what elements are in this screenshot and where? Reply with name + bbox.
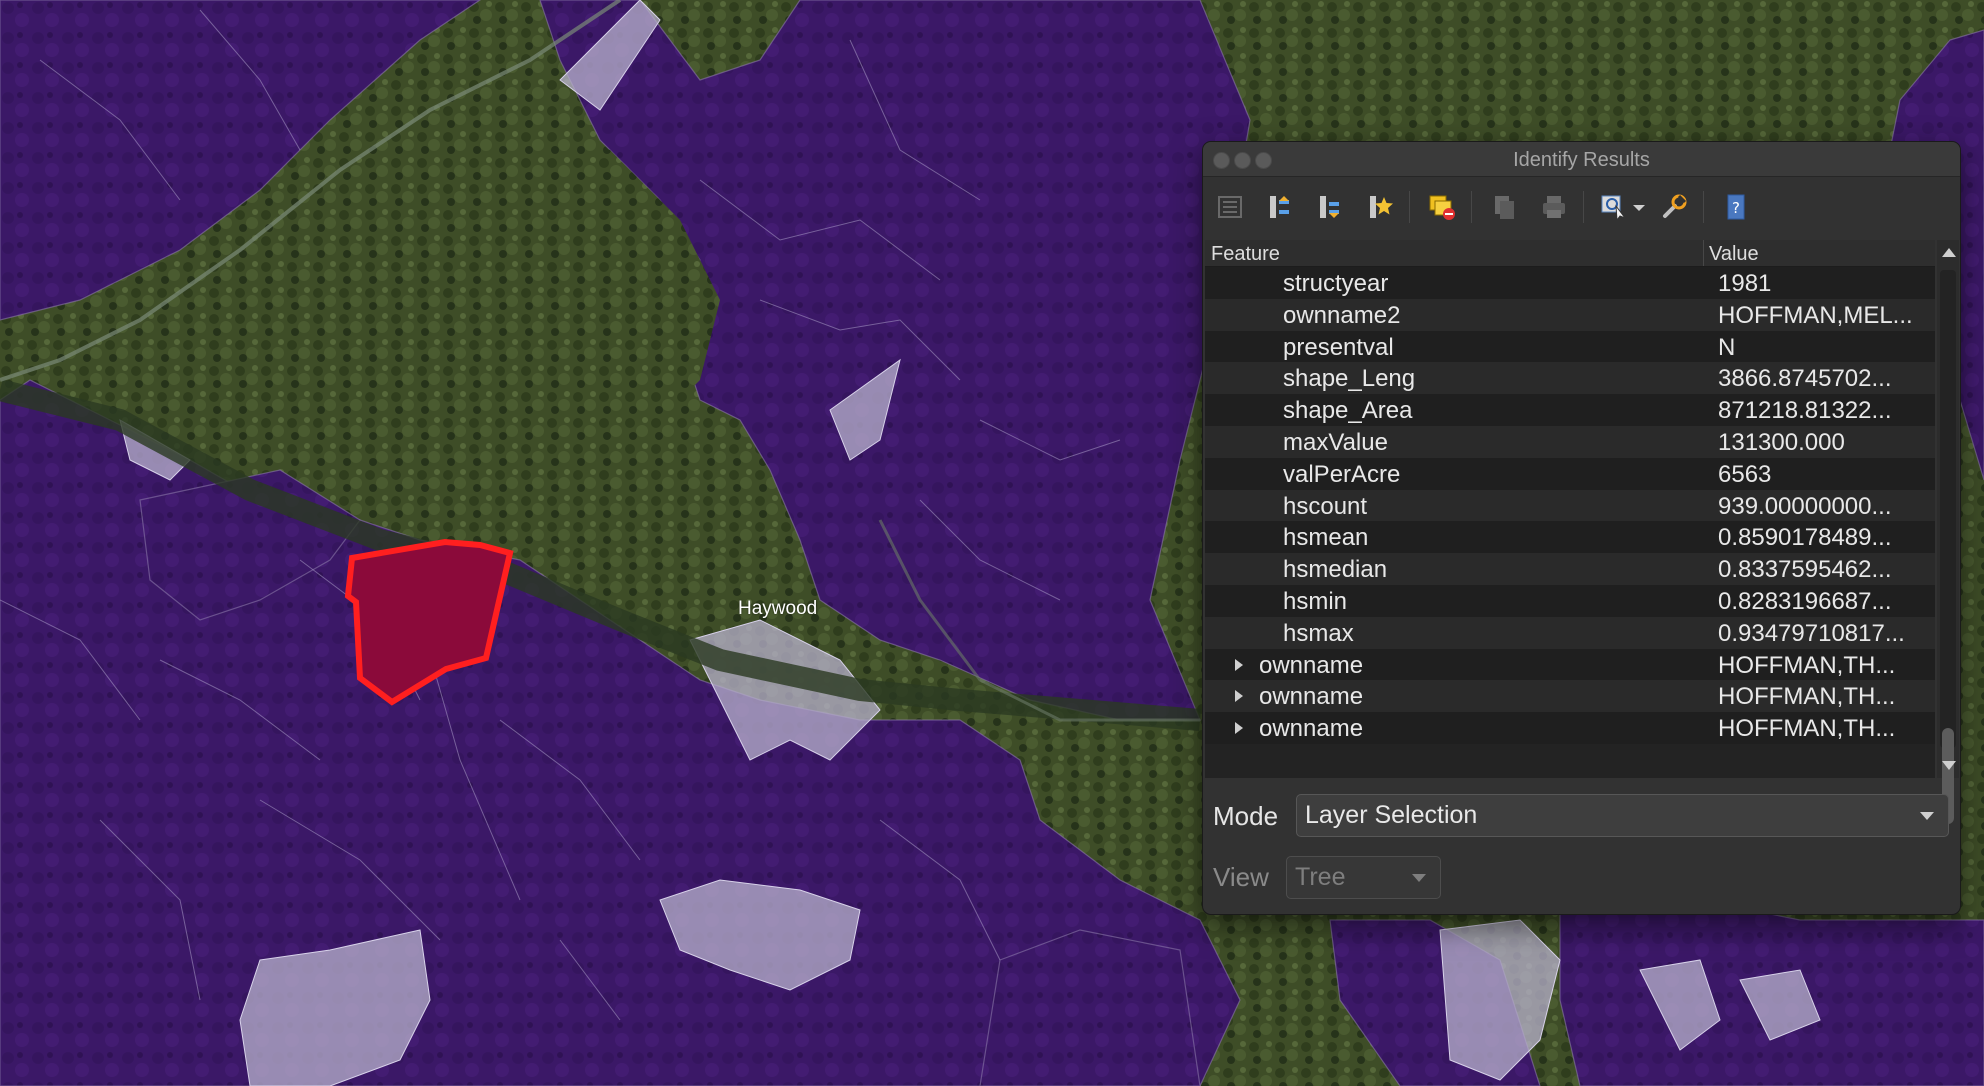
mode-selected-value: Layer Selection <box>1305 801 1478 829</box>
scroll-down-icon[interactable] <box>1942 761 1956 770</box>
table-row[interactable]: structyear 1981 <box>1205 267 1935 299</box>
identify-dropdown-icon[interactable] <box>1629 189 1649 225</box>
expand-new-results-icon[interactable] <box>1361 189 1399 225</box>
feature-name: ownname <box>1259 651 1364 679</box>
feature-name: hsmax <box>1283 619 1354 647</box>
scroll-up-icon[interactable] <box>1942 248 1956 257</box>
window-title: Identify Results <box>1513 149 1650 171</box>
expand-tree-icon[interactable] <box>1211 189 1249 225</box>
table-row[interactable]: hscount 939.00000000... <box>1205 489 1935 522</box>
scroll-track[interactable] <box>1940 270 1956 748</box>
table-row[interactable]: presentval N <box>1205 330 1935 363</box>
window-titlebar[interactable]: Identify Results <box>1203 142 1960 177</box>
feature-name: valPerAcre <box>1283 460 1401 488</box>
feature-value: 0.8283196687... <box>1718 587 1892 615</box>
identify-results-window[interactable]: Identify Results ? Feature Value structy… <box>1202 141 1961 915</box>
feature-name: hsmin <box>1283 587 1348 615</box>
value-column-header[interactable]: Value <box>1709 243 1759 266</box>
table-row[interactable]: hsmean 0.8590178489... <box>1205 521 1935 554</box>
identify-toolbar: ? <box>1203 177 1960 237</box>
identify-features-icon[interactable] <box>1595 189 1633 225</box>
feature-value: 0.93479710817... <box>1718 619 1905 647</box>
feature-name: hsmean <box>1283 524 1369 552</box>
results-tree[interactable]: Feature Value structyear 1981 ownname2 HOF… <box>1205 240 1935 778</box>
expand-all-icon[interactable] <box>1261 189 1299 225</box>
view-selected-value: Tree <box>1295 863 1346 891</box>
feature-column-header[interactable]: Feature <box>1211 243 1280 266</box>
feature-value: 131300.000 <box>1718 428 1845 456</box>
view-select[interactable]: Tree <box>1286 856 1441 899</box>
map-place-label: Haywood <box>738 598 818 619</box>
feature-name: ownname <box>1259 715 1364 743</box>
feature-name: hscount <box>1283 492 1368 520</box>
print-icon[interactable] <box>1535 189 1573 225</box>
feature-value: 871218.81322... <box>1718 397 1892 425</box>
settings-wrench-icon[interactable] <box>1655 189 1693 225</box>
results-scrollbar[interactable] <box>1937 240 1959 824</box>
table-row[interactable]: shape_Leng 3866.8745702... <box>1205 362 1935 395</box>
feature-value: 3866.8745702... <box>1718 365 1892 393</box>
feature-value: N <box>1718 333 1736 361</box>
expand-arrow-icon[interactable] <box>1235 658 1243 671</box>
table-row[interactable]: maxValue 131300.000 <box>1205 425 1935 458</box>
feature-value: HOFFMAN,TH... <box>1718 651 1896 679</box>
clear-results-icon[interactable] <box>1423 189 1461 225</box>
chevron-down-icon <box>1920 812 1934 820</box>
table-row[interactable]: ownname HOFFMAN,TH... <box>1205 712 1935 744</box>
table-row[interactable]: ownname2 HOFFMAN,MEL... <box>1205 298 1935 331</box>
results-table-header: Feature Value <box>1205 240 1935 267</box>
feature-name: maxValue <box>1283 428 1388 456</box>
feature-name: hsmedian <box>1283 556 1388 584</box>
results-rows: structyear 1981 ownname2 HOFFMAN,MEL... pr… <box>1205 267 1935 744</box>
feature-value: HOFFMAN,TH... <box>1718 683 1896 711</box>
feature-value: 1981 <box>1718 270 1772 297</box>
table-row[interactable]: ownname HOFFMAN,TH... <box>1205 680 1935 713</box>
expand-arrow-icon[interactable] <box>1235 690 1243 703</box>
expand-arrow-icon[interactable] <box>1235 722 1243 735</box>
mode-select[interactable]: Layer Selection <box>1296 794 1949 837</box>
feature-name: shape_Area <box>1283 397 1413 425</box>
feature-value: 939.00000000... <box>1718 492 1892 520</box>
feature-value: HOFFMAN,TH... <box>1718 715 1896 743</box>
table-row[interactable]: hsmin 0.8283196687... <box>1205 584 1935 617</box>
feature-name: shape_Leng <box>1283 365 1416 393</box>
feature-name: ownname <box>1259 683 1364 711</box>
feature-name: ownname2 <box>1283 301 1401 329</box>
help-icon[interactable]: ? <box>1717 189 1755 225</box>
table-row[interactable]: valPerAcre 6563 <box>1205 457 1935 490</box>
svg-text:?: ? <box>1732 199 1740 217</box>
table-row[interactable]: hsmax 0.93479710817... <box>1205 616 1935 649</box>
mode-label: Mode <box>1213 801 1279 831</box>
copy-icon[interactable] <box>1485 189 1523 225</box>
table-row[interactable]: shape_Area 871218.81322... <box>1205 394 1935 426</box>
feature-name: presentval <box>1283 333 1394 361</box>
view-label: View <box>1213 862 1269 892</box>
feature-name: structyear <box>1283 270 1389 297</box>
feature-value: 0.8590178489... <box>1718 524 1892 552</box>
feature-value: HOFFMAN,MEL... <box>1718 301 1913 329</box>
feature-value: 6563 <box>1718 460 1772 488</box>
table-row[interactable]: hsmedian 0.8337595462... <box>1205 553 1935 585</box>
feature-value: 0.8337595462... <box>1718 556 1892 584</box>
chevron-down-icon <box>1412 874 1426 882</box>
table-row[interactable]: ownname HOFFMAN,TH... <box>1205 648 1935 681</box>
collapse-all-icon[interactable] <box>1311 189 1349 225</box>
